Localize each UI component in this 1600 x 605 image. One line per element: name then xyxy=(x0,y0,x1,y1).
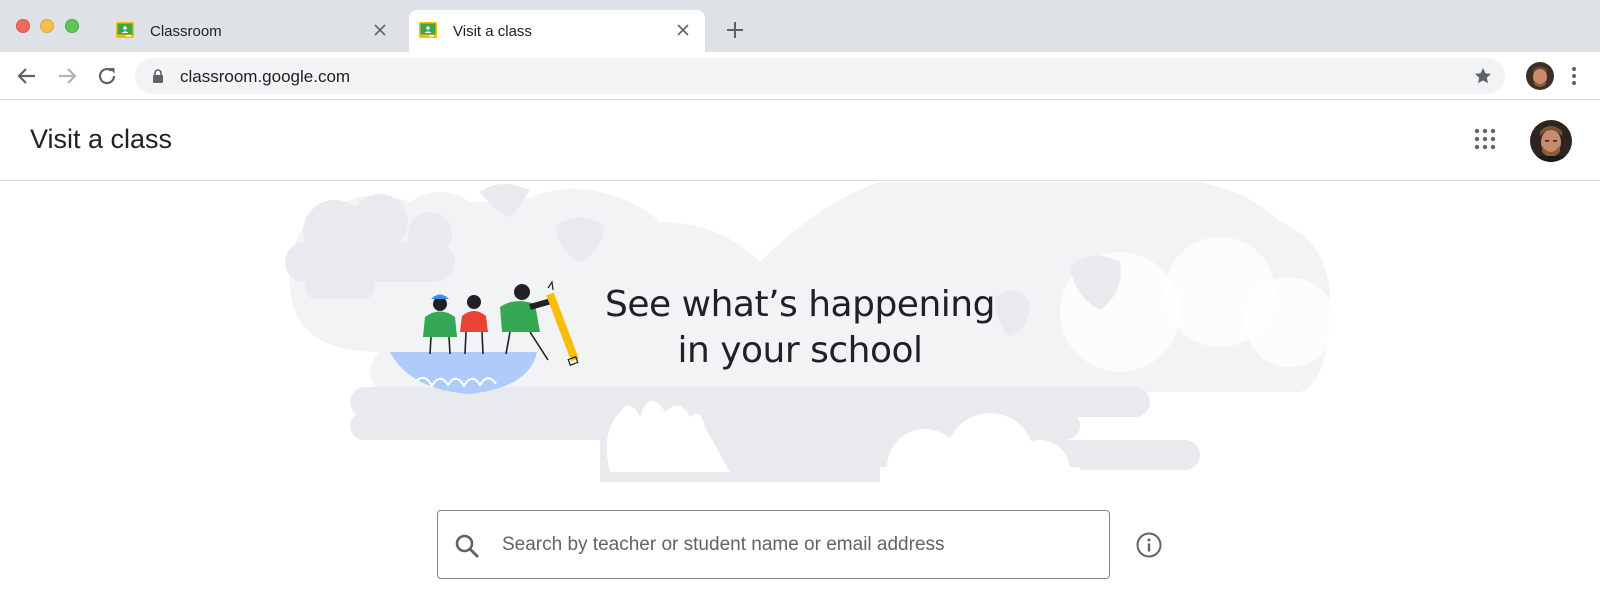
profile-avatar[interactable] xyxy=(1526,62,1554,90)
more-vert-icon[interactable] xyxy=(1562,64,1586,88)
page-title: Visit a class xyxy=(30,124,173,154)
address-bar[interactable]: classroom.google.com xyxy=(135,58,1505,94)
window-close-button[interactable] xyxy=(16,19,30,33)
close-tab-icon[interactable] xyxy=(370,20,390,40)
reload-icon[interactable] xyxy=(95,64,119,88)
hero-headline-line1: See what’s happening xyxy=(605,284,995,325)
window-minimize-button[interactable] xyxy=(40,19,54,33)
search-icon xyxy=(455,534,479,558)
search-input[interactable] xyxy=(502,527,1092,563)
search-field[interactable] xyxy=(437,510,1110,579)
browser-toolbar: classroom.google.com xyxy=(0,52,1600,100)
hero-headline: See what’s happening in your school xyxy=(560,282,1040,374)
url-text: classroom.google.com xyxy=(180,67,351,86)
close-tab-icon[interactable] xyxy=(673,20,693,40)
tab-title: Classroom xyxy=(150,23,222,40)
classroom-favicon-icon xyxy=(419,22,437,38)
apps-grid-icon[interactable] xyxy=(1473,127,1497,151)
star-icon[interactable] xyxy=(1473,66,1493,86)
browser-tabstrip: Classroom Visit a class xyxy=(0,0,1600,52)
tab-classroom[interactable]: Classroom xyxy=(106,10,402,52)
hero-banner: See what’s happening in your school xyxy=(0,182,1600,482)
tab-visit-a-class[interactable]: Visit a class xyxy=(409,10,705,52)
arrow-forward-icon[interactable] xyxy=(55,64,79,88)
plus-icon[interactable] xyxy=(724,19,746,41)
arrow-back-icon[interactable] xyxy=(15,64,39,88)
info-icon[interactable] xyxy=(1135,531,1163,559)
window-maximize-button[interactable] xyxy=(65,19,79,33)
tab-title: Visit a class xyxy=(453,23,532,40)
lock-icon xyxy=(153,69,163,83)
classroom-favicon-icon xyxy=(116,22,134,38)
user-avatar[interactable] xyxy=(1530,120,1572,162)
hero-headline-line2: in your school xyxy=(677,330,923,371)
app-header: Visit a class xyxy=(0,101,1600,181)
